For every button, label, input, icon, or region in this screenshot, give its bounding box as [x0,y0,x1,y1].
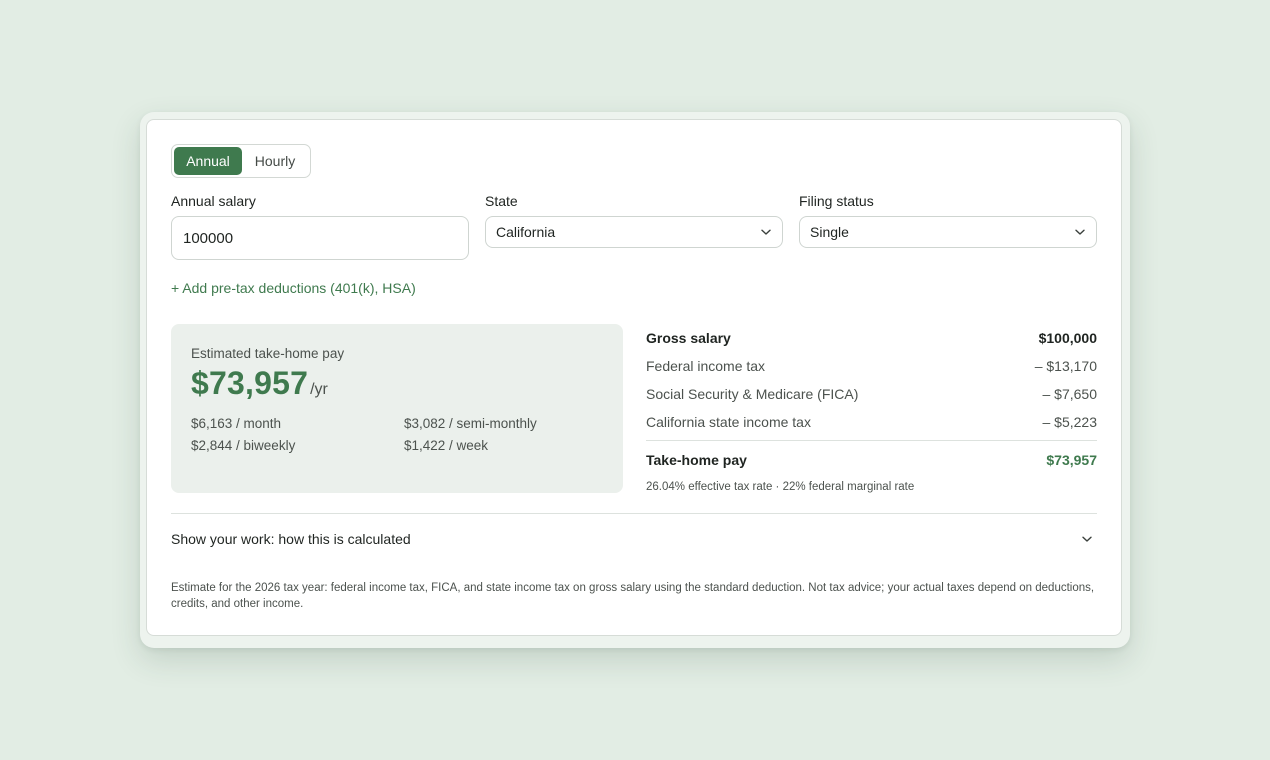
state-tax-label: California state income tax [646,414,811,430]
hourly-toggle-button[interactable]: Hourly [242,147,308,175]
gross-salary-label: Gross salary [646,330,731,346]
filing-status-value: Single [810,224,849,240]
calculator-frame: Annual Hourly Annual salary State Califo… [140,112,1130,648]
fica-value: – $7,650 [1042,386,1098,402]
take-home-row-label: Take-home pay [646,452,747,468]
take-home-summary: Estimated take-home pay $73,957 /yr $6,1… [171,324,623,493]
disclaimer-footnote: Estimate for the 2026 tax year: federal … [171,582,1095,610]
chevron-down-icon [1082,536,1092,542]
take-home-amount: $73,957 [191,365,309,401]
add-deductions-link[interactable]: + Add pre-tax deductions (401(k), HSA) [171,280,416,296]
show-work-toggle[interactable]: Show your work: how this is calculated [171,526,1097,552]
tax-rate-note: 26.04% effective tax rate · 22% federal … [646,481,915,493]
state-select[interactable]: California [485,216,783,248]
filing-status-label: Filing status [799,193,874,209]
take-home-row-value: $73,957 [1046,452,1097,468]
filing-status-select[interactable]: Single [799,216,1097,248]
weekly-pay: $1,422 / week [404,438,489,453]
pay-period-toggle: Annual Hourly [171,144,311,178]
chevron-down-icon [761,229,771,235]
calculator-card: Annual Hourly Annual salary State Califo… [146,119,1122,636]
pay-period-breakdown: $6,163 / month $3,082 / semi-monthly $2,… [191,416,603,453]
federal-tax-label: Federal income tax [646,358,766,374]
section-divider [171,513,1097,514]
tax-breakdown-table: Gross salary $100,000 Federal income tax… [646,324,1097,493]
state-tax-row: California state income tax – $5,223 [646,408,1097,436]
fica-row: Social Security & Medicare (FICA) – $7,6… [646,380,1097,408]
fica-label: Social Security & Medicare (FICA) [646,386,859,402]
take-home-row: Take-home pay $73,957 [646,440,1097,477]
biweekly-pay: $2,844 / biweekly [191,438,296,453]
annual-salary-label: Annual salary [171,193,256,209]
semi-monthly-pay: $3,082 / semi-monthly [404,416,537,431]
annual-salary-input[interactable] [171,216,469,260]
monthly-pay: $6,163 / month [191,416,282,431]
annual-toggle-button[interactable]: Annual [174,147,242,175]
federal-tax-value: – $13,170 [1034,358,1097,374]
take-home-unit: /yr [310,381,328,398]
state-select-value: California [496,224,556,240]
gross-salary-value: $100,000 [1038,330,1097,346]
take-home-label: Estimated take-home pay [191,346,345,361]
gross-salary-row: Gross salary $100,000 [646,324,1097,352]
federal-tax-row: Federal income tax – $13,170 [646,352,1097,380]
take-home-amount-row: $73,957 /yr [191,365,603,402]
show-work-label: Show your work: how this is calculated [171,531,411,547]
chevron-down-icon [1075,229,1085,235]
state-tax-value: – $5,223 [1042,414,1098,430]
state-label: State [485,193,518,209]
